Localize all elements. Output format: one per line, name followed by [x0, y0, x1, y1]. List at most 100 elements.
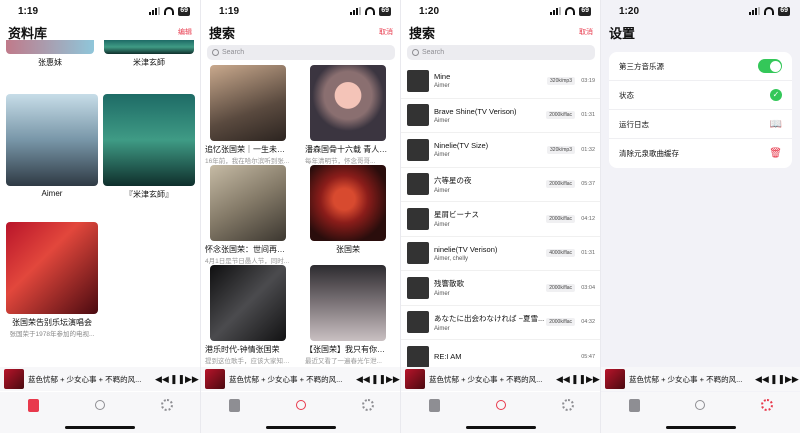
- status-bar: 1:20 69: [601, 0, 800, 22]
- tab-search[interactable]: [494, 398, 508, 412]
- page-title: 搜索: [409, 25, 436, 41]
- previous-icon[interactable]: ◀◀: [155, 374, 169, 385]
- tab-search[interactable]: [693, 398, 707, 412]
- pause-icon[interactable]: ❚❚: [770, 374, 785, 385]
- result-card[interactable]: 港乐时代-钟情张国荣 提到这位歌手，应该大家知道...: [205, 265, 291, 365]
- previous-icon[interactable]: ◀◀: [356, 374, 370, 385]
- album-card[interactable]: 张国荣告别乐坛演唱会 张国荣于1978年参加的电视...: [6, 222, 98, 338]
- nav-bar: 设置: [601, 22, 800, 42]
- song-row[interactable]: あなたに出会わなければ ~夏雪... Aimer 2000k/flac 04:3…: [401, 306, 601, 340]
- tab-settings[interactable]: [361, 398, 375, 412]
- format-badge: 4000k/flac: [546, 249, 575, 258]
- song-duration: 04:32: [581, 319, 595, 326]
- song-cover: [407, 276, 429, 299]
- song-cover: [407, 104, 429, 127]
- artist-card[interactable]: 『米津玄師』: [103, 94, 195, 200]
- edit-button[interactable]: 编辑: [178, 27, 192, 37]
- result-card[interactable]: 【张国荣】我只有你，而... 最近又看了一遍春光乍泄...: [305, 265, 391, 365]
- next-icon[interactable]: ▶▶: [386, 374, 400, 385]
- settings-row-source[interactable]: 第三方音乐源: [609, 52, 792, 81]
- tab-settings[interactable]: [561, 398, 575, 412]
- card-subtitle: 16年前，我在哈尔滨听到张...: [205, 158, 290, 165]
- song-meta: 残響散歌 Aimer: [434, 278, 546, 297]
- artist-card[interactable]: 米津玄師: [104, 40, 194, 68]
- library-icon: [228, 398, 240, 412]
- song-title: ninelie(TV Verison): [434, 244, 498, 254]
- card-title: Aimer: [41, 189, 63, 198]
- card-title: 【张国荣】我只有你，而...: [305, 345, 391, 354]
- search-icon: [94, 400, 105, 410]
- card-subtitle: 每年清明节，怀念哥哥...: [305, 158, 376, 165]
- song-duration: 05:47: [581, 353, 595, 360]
- previous-icon[interactable]: ◀◀: [556, 374, 570, 385]
- song-row[interactable]: 残響散歌 Aimer 2000k/flac 03:04: [401, 271, 601, 306]
- settings-row-clear-cache[interactable]: 清除元泉歌曲缓存 🗑: [609, 139, 792, 168]
- tab-settings[interactable]: [760, 398, 774, 412]
- search-icon: [295, 400, 306, 410]
- settings-group: 第三方音乐源 状态 ✓ 运行日志 📖 清除元泉歌曲缓存 🗑: [609, 52, 792, 168]
- cancel-button[interactable]: 取消: [579, 27, 593, 37]
- artist-card[interactable]: Aimer: [6, 94, 98, 198]
- now-playing-cover: [405, 369, 425, 389]
- song-meta: 六等星の夜 Aimer: [434, 175, 546, 194]
- mini-player[interactable]: 蓝色忧郁 + 少女心事 + 不羁的风... ◀◀ ❚❚ ▶▶: [201, 367, 401, 391]
- search-results-screen: 1:19 69 搜索 取消 Search 追忆张国荣｜一生未见，... 16年前…: [201, 0, 401, 433]
- mini-player[interactable]: 蓝色忧郁 + 少女心事 + 不羁的风... ◀◀ ❚❚ ▶▶: [401, 367, 601, 391]
- card-title: 港乐时代-钟情张国荣: [205, 345, 280, 354]
- result-card[interactable]: 潘森国骨十六载 青人节... 每年清明节，怀念哥哥...: [305, 65, 391, 165]
- song-row[interactable]: Ninelie(TV Size) Aimer 320k/mp3 01:32: [401, 133, 601, 168]
- card-title: 潘森国骨十六载 青人节...: [305, 145, 391, 154]
- settings-row-status[interactable]: 状态 ✓: [609, 81, 792, 110]
- pause-icon[interactable]: ❚❚: [571, 374, 586, 385]
- status-time: 1:20: [619, 5, 640, 17]
- tab-library[interactable]: [627, 398, 641, 412]
- tab-settings[interactable]: [160, 398, 174, 412]
- song-row[interactable]: 星屑ビーナス Aimer 2000k/flac 04:12: [401, 202, 601, 237]
- next-icon[interactable]: ▶▶: [586, 374, 600, 385]
- signal-icon: [149, 7, 161, 15]
- song-row[interactable]: ninelie(TV Verison) Aimer, chelly 4000k/…: [401, 237, 601, 271]
- battery-icon: 69: [178, 6, 190, 16]
- song-meta: RE:I AM: [434, 352, 581, 361]
- artist-card[interactable]: 张惠妹: [6, 40, 94, 68]
- song-row[interactable]: 六等星の夜 Aimer 2000k/flac 05:37: [401, 168, 601, 202]
- search-placeholder: Search: [422, 49, 445, 56]
- tab-library[interactable]: [227, 398, 241, 412]
- settings-row-log[interactable]: 运行日志 📖: [609, 110, 792, 139]
- song-title: Brave Shine(TV Verison): [434, 106, 517, 116]
- search-input[interactable]: Search: [407, 45, 595, 60]
- result-card[interactable]: 追忆张国荣｜一生未见，... 16年前，我在哈尔滨听到张...: [205, 65, 291, 165]
- card-title: 张国荣: [336, 245, 360, 254]
- card-subtitle: 4月1日是节日愚人节，同时...: [205, 258, 290, 265]
- cancel-button[interactable]: 取消: [379, 27, 393, 37]
- tab-search[interactable]: [294, 398, 308, 412]
- settings-icon: [361, 399, 374, 411]
- previous-icon[interactable]: ◀◀: [755, 374, 769, 385]
- card-title: 追忆张国荣｜一生未见，...: [205, 145, 291, 154]
- status-bar: 1:19 69: [0, 0, 200, 22]
- mini-player[interactable]: 蓝色忧郁 + 少女心事 + 不羁的风... ◀◀ ❚❚ ▶▶: [601, 367, 800, 391]
- status-time: 1:19: [18, 5, 39, 17]
- mini-player[interactable]: 蓝色忧郁 + 少女心事 + 不羁的风... ◀◀ ❚❚ ▶▶: [0, 367, 200, 391]
- format-badge: 2000k/flac: [546, 180, 575, 189]
- now-playing-title: 蓝色忧郁 + 少女心事 + 不羁的风...: [429, 374, 543, 384]
- result-card[interactable]: 张国荣: [305, 165, 391, 255]
- result-card[interactable]: 怀念张国荣：世间再无风... 4月1日是节日愚人节，同时...: [205, 165, 291, 265]
- pause-icon[interactable]: ❚❚: [170, 374, 185, 385]
- home-indicator: [466, 426, 536, 429]
- tab-library[interactable]: [26, 398, 40, 412]
- song-title: Mine: [434, 72, 451, 82]
- tab-search[interactable]: [93, 398, 107, 412]
- third-party-source-toggle[interactable]: [758, 59, 782, 73]
- song-row[interactable]: Brave Shine(TV Verison) Aimer 2000k/flac…: [401, 99, 601, 133]
- next-icon[interactable]: ▶▶: [185, 374, 199, 385]
- card-title: 怀念张国荣：世间再无风...: [205, 245, 291, 254]
- song-row[interactable]: Mine Aimer 320k/mp3 03:19: [401, 64, 601, 99]
- pause-icon[interactable]: ❚❚: [371, 374, 386, 385]
- card-title: 米津玄師: [133, 58, 165, 67]
- next-icon[interactable]: ▶▶: [785, 374, 799, 385]
- tab-library[interactable]: [427, 398, 441, 412]
- search-input[interactable]: Search: [207, 45, 395, 60]
- card-subtitle: 最近又看了一遍春光乍泄...: [305, 358, 382, 365]
- wifi-icon: [764, 7, 775, 15]
